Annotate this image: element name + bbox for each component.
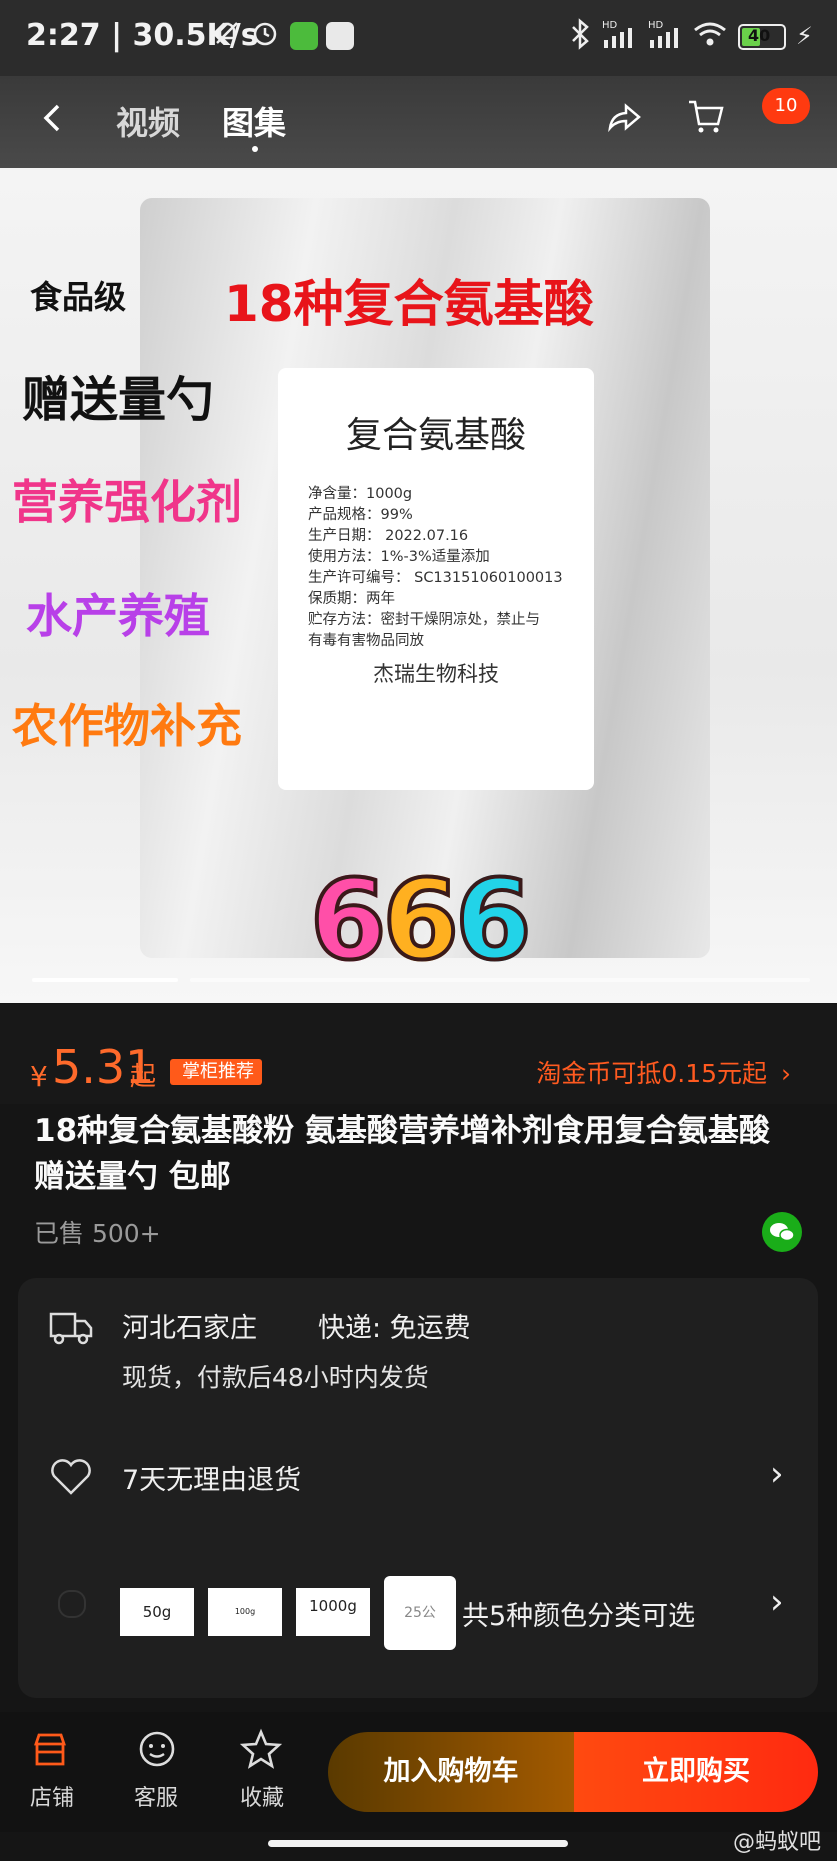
app-notification-icon (326, 22, 354, 50)
sku-thumb[interactable]: 1000g (296, 1588, 370, 1636)
delivery-truck-icon (48, 1306, 94, 1352)
label-line: 生产日期： 2022.07.16 (308, 528, 469, 544)
product-image-gallery[interactable]: 食品级 18种复合氨基酸 赠送量勺 营养强化剂 水产养殖 农作物补充 复合氨基酸… (0, 168, 837, 1003)
watermark: @蚂蚁吧 (732, 1830, 821, 1855)
signal-1-icon: HD (600, 18, 634, 52)
share-icon[interactable] (604, 98, 644, 142)
shop-label[interactable]: 店铺 (30, 1780, 74, 1812)
ship-from-location: 河北石家庄 (122, 1313, 257, 1344)
buy-now-button[interactable]: 立即购买 (574, 1732, 818, 1812)
top-nav: 视频 图集 10 (0, 76, 837, 168)
label-title: 复合氨基酸 (345, 415, 526, 456)
label-line: 生产许可编号： SC13151060100013 (308, 570, 563, 586)
star-favorite-icon[interactable] (239, 1728, 283, 1774)
gallery-indicator-track (190, 978, 810, 982)
info-card: 河北石家庄 快递: 免运费 现货，付款后48小时内发货 7天无理由退货 › 50… (18, 1278, 818, 1698)
service-label[interactable]: 客服 (134, 1780, 178, 1812)
promo-crops: 农作物补充 (12, 699, 242, 753)
label-line: 使用方法：1%-3%适量添加 (308, 549, 490, 565)
price-row: ¥ 5.31 起 掌柜推荐 淘金币可抵0.15元起 › (0, 1004, 837, 1104)
promo-nutrition: 营养强化剂 (12, 475, 242, 529)
sku-thumb[interactable]: 25公 (384, 1576, 456, 1650)
bluetooth-icon (566, 18, 600, 52)
shipping-fee: 快递: 免运费 (318, 1313, 471, 1344)
shop-recommend-badge: 掌柜推荐 (170, 1059, 262, 1085)
cart-count-badge: 10 (762, 88, 810, 124)
label-line: 净含量：1000g (308, 486, 413, 502)
promo-food-grade: 食品级 (30, 278, 127, 316)
signal-2-icon: HD (646, 18, 680, 52)
label-line: 产品规格：99% (308, 507, 413, 523)
coin-offer-text: 淘金币可抵0.15元起 (536, 1059, 768, 1088)
cart-icon[interactable] (686, 96, 726, 140)
promo-scoop-gift: 赠送量勺 (22, 372, 215, 428)
price-suffix: 起 (130, 1062, 157, 1092)
promo-aquaculture: 水产养殖 (26, 589, 210, 643)
tab-video[interactable]: 视频 (116, 98, 180, 144)
coin-offer-link[interactable]: 淘金币可抵0.15元起 › (536, 1054, 791, 1090)
label-line: 贮存方法：密封干燥阴凉处，禁止与 (308, 612, 540, 628)
sticker-666: 666 (308, 854, 534, 986)
svg-text:HD: HD (602, 20, 618, 31)
status-bar: 2:27 | 30.5K/s HD HD 40 ⚡ (0, 0, 837, 76)
variant-summary[interactable]: 共5种颜色分类可选 (462, 1594, 695, 1633)
wifi-icon (692, 18, 726, 52)
heart-guarantee-icon (48, 1456, 94, 1502)
shop-icon[interactable] (30, 1730, 70, 1774)
return-policy[interactable]: 7天无理由退货 (122, 1458, 301, 1497)
chevron-right-icon[interactable]: › (770, 1582, 784, 1622)
sold-count: 已售 500+ (34, 1219, 161, 1248)
customer-service-icon[interactable] (136, 1728, 178, 1774)
sku-selector-icon (58, 1590, 86, 1618)
price-currency: ¥ (30, 1060, 48, 1093)
label-company: 杰瑞生物科技 (373, 662, 499, 686)
chevron-right-icon: › (781, 1059, 791, 1088)
dispatch-time[interactable]: 现货，付款后48小时内发货 (122, 1358, 429, 1394)
svg-text:HD: HD (648, 20, 664, 31)
charging-icon: ⚡ (796, 22, 813, 50)
promo-headline: 18种复合氨基酸 (224, 275, 594, 333)
bottom-action-bar: 店铺 客服 收藏 加入购物车 立即购买 (0, 1712, 837, 1832)
mute-bell-icon (212, 18, 246, 52)
product-label: 复合氨基酸 净含量：1000g 产品规格：99% 生产日期： 2022.07.1… (278, 368, 594, 790)
gallery-indicator-active (32, 978, 178, 982)
product-title: 18种复合氨基酸粉 氨基酸营养增补剂食用复合氨基酸赠送量勺 包邮 (34, 1113, 770, 1195)
tab-gallery[interactable]: 图集 (222, 98, 286, 144)
battery-level: 40 (748, 26, 771, 45)
label-line: 保质期：两年 (308, 591, 395, 607)
battery-icon: 40 (738, 24, 786, 50)
home-indicator[interactable] (268, 1840, 568, 1847)
back-arrow-icon[interactable] (38, 98, 68, 142)
sku-thumb[interactable]: 100g (208, 1588, 282, 1636)
sku-thumb[interactable]: 50g (120, 1588, 194, 1636)
label-line: 有毒有害物品同放 (308, 633, 424, 649)
chevron-right-icon[interactable]: › (770, 1454, 784, 1494)
alarm-icon (250, 18, 284, 52)
tab-active-dot (252, 146, 258, 152)
add-to-cart-button[interactable]: 加入购物车 (328, 1732, 574, 1812)
favorite-label[interactable]: 收藏 (240, 1780, 284, 1812)
wechat-share-icon[interactable] (762, 1212, 802, 1252)
download-app-icon (290, 22, 318, 50)
